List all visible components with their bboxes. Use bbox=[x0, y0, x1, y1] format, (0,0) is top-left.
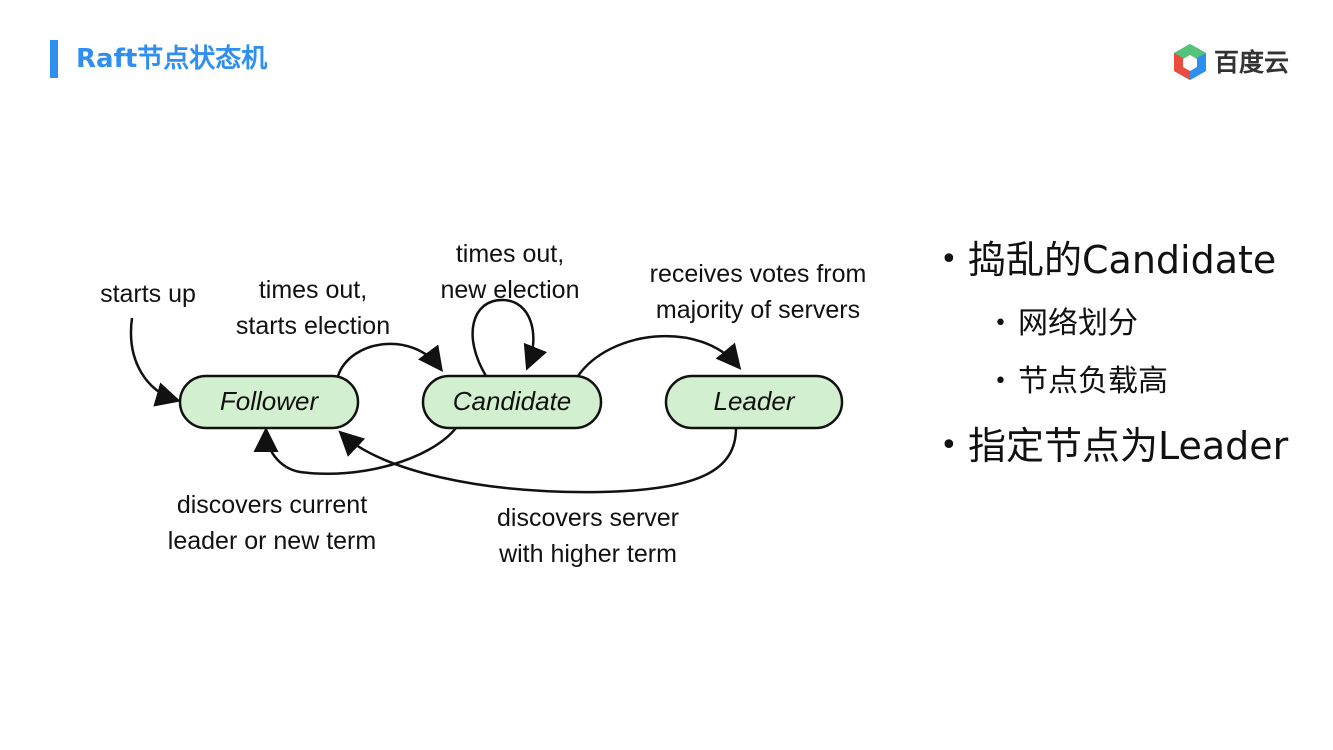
label-starts-election: starts election bbox=[236, 312, 390, 340]
baidu-cloud-logo: 百度云 bbox=[1170, 42, 1300, 84]
state-follower-label: Follower bbox=[220, 386, 320, 416]
state-machine-diagram: Follower Candidate Leader starts up time… bbox=[100, 240, 867, 568]
logo-text: 百度云 bbox=[1214, 48, 1290, 77]
label-new-election: new election bbox=[441, 276, 580, 304]
label-higher-term: with higher term bbox=[498, 540, 677, 568]
bullet-item-level1: 指定节点为Leader bbox=[940, 418, 1330, 474]
bullet-list: 捣乱的Candidate 网络划分 节点负载高 指定节点为Leader bbox=[940, 232, 1330, 474]
label-starts-up: starts up bbox=[100, 280, 196, 308]
arrow-candidate-to-follower bbox=[253, 427, 457, 476]
arrow-leader-to-follower bbox=[338, 427, 738, 494]
state-leader: Leader bbox=[664, 374, 844, 430]
arrow-starts-up bbox=[129, 317, 181, 407]
label-discovers-server: discovers server bbox=[497, 504, 679, 532]
arrow-candidate-self-loop bbox=[471, 298, 548, 377]
state-follower: Follower bbox=[178, 374, 360, 430]
label-majority-servers: majority of servers bbox=[656, 296, 860, 324]
bullet-item-level1: 捣乱的Candidate bbox=[940, 232, 1330, 288]
label-times-out-1: times out, bbox=[259, 276, 367, 304]
label-receives-votes: receives votes from bbox=[650, 260, 867, 288]
state-leader-label: Leader bbox=[714, 386, 796, 416]
label-discovers-current: discovers current bbox=[177, 491, 367, 519]
arrow-candidate-to-leader bbox=[576, 334, 742, 377]
state-candidate: Candidate bbox=[421, 374, 603, 430]
label-times-out-2: times out, bbox=[456, 240, 564, 268]
bullet-item-level2: 网络划分 bbox=[940, 302, 1330, 346]
bullet-item-level2: 节点负载高 bbox=[940, 360, 1330, 404]
label-leader-new-term: leader or new term bbox=[168, 527, 376, 555]
state-candidate-label: Candidate bbox=[453, 386, 572, 416]
arrow-follower-to-candidate bbox=[336, 342, 443, 377]
logo-cube-icon bbox=[1174, 44, 1206, 80]
